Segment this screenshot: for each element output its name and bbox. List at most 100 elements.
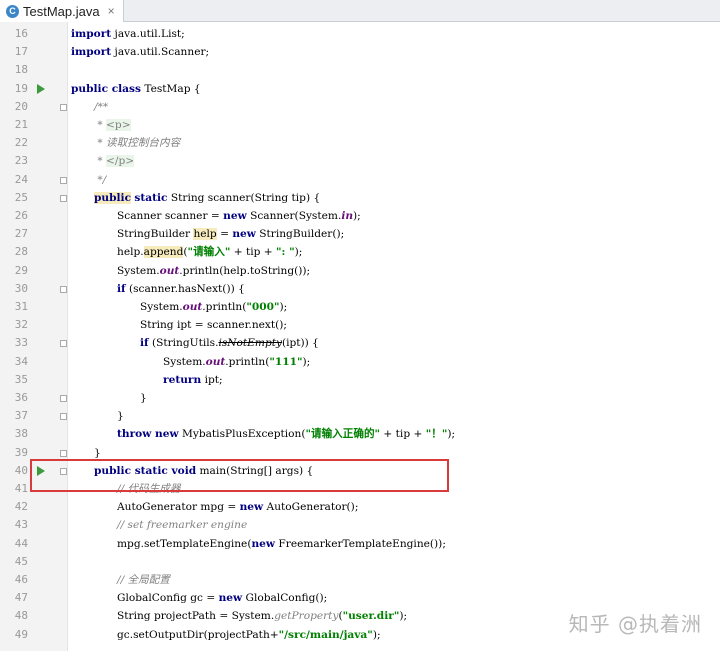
code-text: import java.util.List; [71,28,185,40]
code-line[interactable]: 46 // 全局配置 [0,571,720,589]
code-text: /** [94,100,109,113]
code-line[interactable]: 33 if (StringUtils.isNotEmpty(ipt)) { [0,334,720,352]
code-line[interactable]: 30 if (scanner.hasNext()) { [0,280,720,298]
line-number: 28 [14,245,28,259]
line-number: 16 [14,27,28,40]
code-line[interactable]: 18 [0,61,720,79]
code-text: import java.util.Scanner; [71,46,210,59]
code-text: GlobalConfig gc = new GlobalConfig(); [117,592,328,605]
line-number: 37 [14,409,28,423]
code-line[interactable]: 31 System.out.println("000"); [0,298,720,316]
line-number: 33 [14,336,28,350]
line-number: 49 [14,627,28,641]
code-text: help.append("请输入" + tip + ": "); [117,246,303,259]
code-line[interactable]: 38 throw new MybatisPlusException("请输入正确的… [0,425,720,443]
line-number: 36 [14,391,28,404]
line-number: 40 [14,463,28,477]
line-number: 29 [14,263,28,277]
code-text: AutoGenerator mpg = new AutoGenerator(); [117,501,359,514]
code-text: if (scanner.hasNext()) { [117,282,245,295]
line-number: 19 [14,81,28,95]
watermark: 知乎 @执着洲 [568,612,702,636]
code-line[interactable]: 29 System.out.println(help.toString()); [0,262,720,280]
code-text: Scanner scanner = new Scanner(System.in)… [117,210,361,222]
code-text: StringBuilder help = new StringBuilder()… [117,228,345,241]
code-line[interactable]: 19 public class TestMap { [0,80,720,98]
code-text: mpg.setTemplateEngine(new FreemarkerTemp… [117,537,446,550]
code-line[interactable]: 28 help.append("请输入" + tip + ": "); [0,243,720,261]
code-line[interactable]: 24 */ [0,171,720,189]
line-number: 17 [14,45,28,59]
fold-marker-icon[interactable] [60,194,67,202]
code-line[interactable]: 34 System.out.println("111"); [0,353,720,371]
code-line[interactable]: 23 * </p> [0,152,720,170]
annotation-highlight-box [30,459,449,492]
java-class-icon: C [6,4,19,18]
code-line[interactable]: 26 Scanner scanner = new Scanner(System.i… [0,207,720,225]
line-number: 46 [14,573,28,586]
fold-marker-icon[interactable] [60,285,67,293]
tab-title: TestMap.java [23,3,100,19]
code-text: public static String scanner(String tip)… [94,191,321,204]
line-number: 21 [14,118,28,131]
code-line[interactable]: 36} [0,389,720,407]
code-line[interactable]: 25 public static String scanner(String ti… [0,189,720,207]
close-icon[interactable]: × [108,4,115,18]
code-text: // set freemarker engine [117,519,248,532]
code-line[interactable]: 43 // set freemarker engine [0,516,720,534]
line-number: 38 [14,427,28,441]
code-text: * 读取控制台内容 [94,137,181,150]
code-line[interactable]: 21 * <p> [0,116,720,134]
code-line[interactable]: 20 /** [0,98,720,116]
code-line[interactable]: 42 AutoGenerator mpg = new AutoGenerator(… [0,498,720,516]
code-text: System.out.println("000"); [140,301,288,313]
code-line[interactable]: 22 * 读取控制台内容 [0,134,720,152]
line-number: 25 [14,190,28,204]
code-text: if (StringUtils.isNotEmpty(ipt)) { [140,337,319,350]
line-number: 22 [14,136,28,150]
line-number: 27 [14,227,28,241]
line-number: 35 [14,372,28,386]
line-number: 20 [14,99,28,113]
code-text: // 全局配置 [117,574,170,586]
code-line[interactable]: 32 String ipt = scanner.next(); [0,316,720,334]
line-number: 42 [14,500,28,514]
fold-marker-icon[interactable] [60,449,67,457]
line-number: 47 [14,591,28,605]
fold-marker-icon[interactable] [60,340,67,348]
line-number: 30 [14,281,28,295]
code-text: } [117,410,124,423]
code-text: String projectPath = System.getProperty(… [117,610,408,623]
code-text: System.out.println(help.toString()); [117,264,311,277]
code-text: System.out.println("111"); [163,355,311,368]
code-text: */ [94,173,107,186]
code-editor[interactable]: 16 import java.util.List; 17 import java.ut… [0,22,720,651]
code-line[interactable]: 17 import java.util.Scanner; [0,43,720,61]
fold-marker-icon[interactable] [60,103,67,111]
code-line[interactable]: 45 [0,553,720,571]
code-line[interactable]: 27 StringBuilder help = new StringBuilder… [0,225,720,243]
line-number: 44 [14,536,28,550]
code-text: } [140,392,147,404]
fold-marker-icon[interactable] [60,395,67,402]
code-line[interactable]: 37} [0,407,720,425]
fold-marker-icon[interactable] [60,413,67,421]
line-number: 32 [14,318,28,332]
line-number: 31 [14,300,28,313]
code-line[interactable]: 35 return ipt; [0,371,720,389]
line-number: 34 [14,354,28,368]
code-text: * </p> [94,155,135,168]
line-number: 18 [14,63,28,77]
code-line[interactable]: 47 GlobalConfig gc = new GlobalConfig(); [0,589,720,607]
code-line[interactable]: 44 mpg.setTemplateEngine(new FreemarkerTe… [0,535,720,553]
run-icon[interactable] [37,83,45,94]
tab-testmap-java[interactable]: C TestMap.java × [0,0,124,22]
line-number: 39 [14,445,28,459]
line-number: 45 [14,554,28,568]
fold-marker-icon[interactable] [60,176,67,184]
line-number: 41 [14,482,28,495]
line-number: 26 [14,209,28,222]
line-number: 43 [14,518,28,532]
code-line[interactable]: 16 import java.util.List; [0,25,720,43]
line-number: 48 [14,609,28,623]
